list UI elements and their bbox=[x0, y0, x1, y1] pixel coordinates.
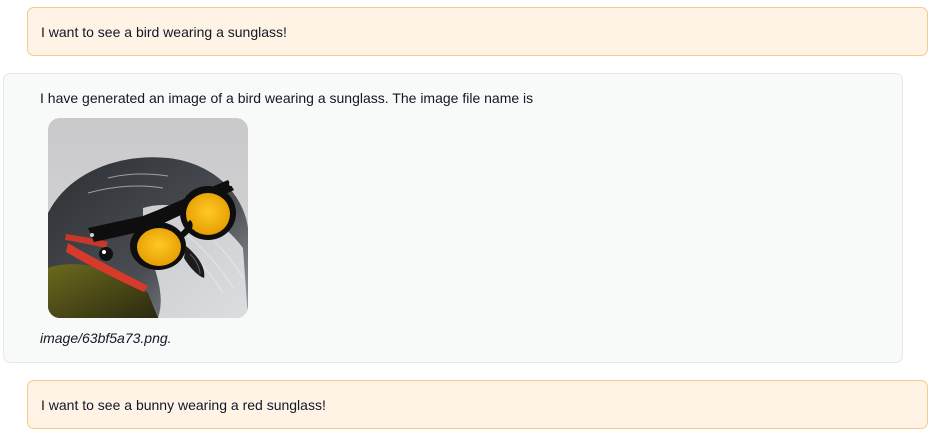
assistant-message: I have generated an image of a bird wear… bbox=[3, 73, 903, 363]
image-filename: image/63bf5a73.png. bbox=[40, 330, 172, 346]
user-message-text: I want to see a bunny wearing a red sung… bbox=[41, 396, 326, 413]
user-message: I want to see a bunny wearing a red sung… bbox=[27, 380, 928, 429]
user-message-text: I want to see a bird wearing a sunglass! bbox=[41, 23, 287, 40]
assistant-message-text: I have generated an image of a bird wear… bbox=[40, 90, 534, 106]
user-message: I want to see a bird wearing a sunglass! bbox=[27, 7, 928, 56]
generated-image[interactable] bbox=[48, 118, 248, 318]
